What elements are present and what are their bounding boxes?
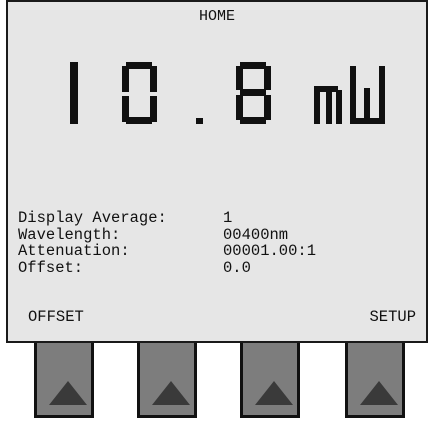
digit-1: [70, 62, 78, 124]
power-reading: [8, 46, 426, 136]
display-average-label: Display Average:: [18, 209, 167, 227]
info-row-offset: Offset: 0.0: [18, 258, 316, 277]
attenuation-value: 00001.00:1: [223, 242, 317, 260]
info-row-attenuation: Attenuation: 00001.00:1: [18, 243, 316, 260]
wavelength-label: Wavelength:: [18, 225, 121, 244]
digit-0: [122, 62, 157, 124]
info-row-wavelength: Wavelength: 00400nm: [18, 225, 316, 244]
up-arrow-icon: [49, 381, 87, 405]
up-arrow-icon: [255, 381, 293, 405]
page-title: HOME: [198, 8, 235, 25]
digit-8: [236, 62, 271, 124]
softkey-button-4[interactable]: [345, 343, 405, 418]
softkey-setup-label: SETUP: [369, 308, 416, 326]
display-screen: HOME Display Average: 1 Wavelength: 0040…: [6, 0, 428, 343]
softkey-button-1[interactable]: [34, 343, 94, 418]
display-average-value: 1: [223, 209, 233, 227]
softkey-button-3[interactable]: [240, 343, 300, 418]
unit-mw: [314, 66, 385, 124]
info-row-display-average: Display Average: 1: [18, 210, 316, 227]
softkey-button-2[interactable]: [137, 343, 197, 418]
up-arrow-icon: [360, 381, 398, 405]
decimal-point: [196, 118, 203, 124]
offset-value: 0.0: [223, 258, 251, 277]
wavelength-value: 00400nm: [223, 225, 289, 244]
up-arrow-icon: [152, 381, 190, 405]
reading-digits: [70, 62, 385, 124]
softkey-offset-label: OFFSET: [28, 308, 84, 326]
attenuation-label: Attenuation:: [18, 242, 130, 260]
offset-label: Offset:: [18, 258, 84, 277]
info-panel: Display Average: 1 Wavelength: 00400nm Att…: [18, 210, 316, 276]
